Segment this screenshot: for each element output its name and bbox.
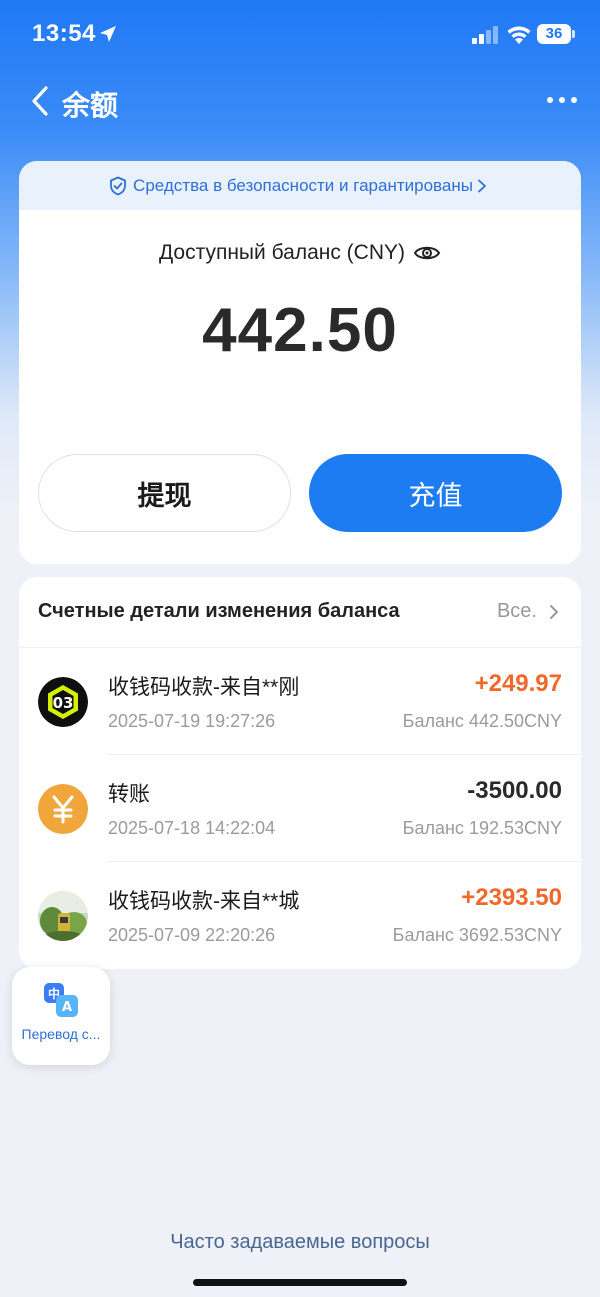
battery-level: 36 <box>537 24 571 44</box>
translate-widget[interactable]: 中 A Перевод с... <box>12 967 110 1065</box>
balance-label-text: Доступный баланс (CNY) <box>158 241 406 264</box>
transaction-amount: -3500.00 <box>467 777 562 804</box>
page-title: 余额 <box>62 90 119 121</box>
chevron-right-icon <box>478 179 486 192</box>
transactions-header: Счетные детали изменения баланса Все. <box>19 577 581 648</box>
topup-button[interactable]: 充值 <box>309 454 562 532</box>
chevron-right-icon <box>550 604 558 619</box>
withdraw-button[interactable]: 提现 <box>38 454 291 532</box>
transaction-amount: +2393.50 <box>461 884 562 911</box>
balance-amount: 442.50 <box>202 296 398 365</box>
transaction-title: 收钱码收款-来自**刚 <box>108 676 300 699</box>
transaction-date: 2025-07-18 14:22:04 <box>108 818 276 838</box>
transactions-title: Счетные детали изменения баланса <box>38 600 400 622</box>
shield-check-icon <box>110 176 126 195</box>
battery-icon: 36 <box>537 24 575 46</box>
balance-label: Доступный баланс (CNY) <box>19 241 581 265</box>
security-banner[interactable]: Средства в безопасности и гарантированы <box>19 161 581 210</box>
home-indicator <box>193 1279 407 1286</box>
chevron-left-icon[interactable] <box>26 84 60 118</box>
status-bar: 13:54 36 <box>0 0 600 70</box>
transaction-title: 收钱码收款-来自**城 <box>108 890 300 913</box>
transaction-date: 2025-07-19 19:27:26 <box>108 711 276 731</box>
yuan-icon <box>38 784 88 834</box>
wifi-icon <box>507 26 531 44</box>
transaction-row[interactable]: 03 收钱码收款-来自**刚 2025-07-19 19:27:26 +249.… <box>19 648 581 755</box>
svg-text:A: A <box>62 1000 72 1015</box>
transaction-balance: Баланс 192.53CNY <box>402 818 562 838</box>
security-text: Средства в безопасности и гарантированы <box>133 175 473 195</box>
photo-avatar <box>38 891 88 941</box>
transaction-date: 2025-07-09 22:20:26 <box>108 925 276 945</box>
location-arrow-icon <box>100 26 116 42</box>
eye-icon[interactable] <box>413 243 441 263</box>
signal-icon <box>472 26 498 44</box>
translate-icon: 中 A <box>44 983 78 1017</box>
transaction-title: 转账 <box>108 783 150 806</box>
more-dots-icon[interactable] <box>545 90 579 110</box>
transaction-row[interactable]: 收钱码收款-来自**城 2025-07-09 22:20:26 +2393.50… <box>19 862 581 969</box>
status-time: 13:54 <box>32 20 96 47</box>
battery-tip <box>572 30 575 38</box>
transaction-balance: Баланс 442.50CNY <box>402 711 562 731</box>
faq-link[interactable]: Часто задаваемые вопросы <box>0 1231 600 1254</box>
nav-bar: 余额 <box>0 72 600 132</box>
view-all-label: Все. <box>496 600 537 622</box>
balance-card: Средства в безопасности и гарантированы … <box>19 161 581 564</box>
transaction-amount: +249.97 <box>474 670 562 697</box>
transactions-card: Счетные детали изменения баланса Все. 03… <box>19 577 581 969</box>
transaction-row[interactable]: 转账 2025-07-18 14:22:04 -3500.00 Баланс 1… <box>19 755 581 862</box>
number-03-avatar: 03 <box>38 677 88 727</box>
translate-label: Перевод с... <box>21 1026 101 1042</box>
svg-text:03: 03 <box>53 694 74 712</box>
view-all-link[interactable]: Все. <box>497 600 559 623</box>
transaction-balance: Баланс 3692.53CNY <box>392 925 562 945</box>
